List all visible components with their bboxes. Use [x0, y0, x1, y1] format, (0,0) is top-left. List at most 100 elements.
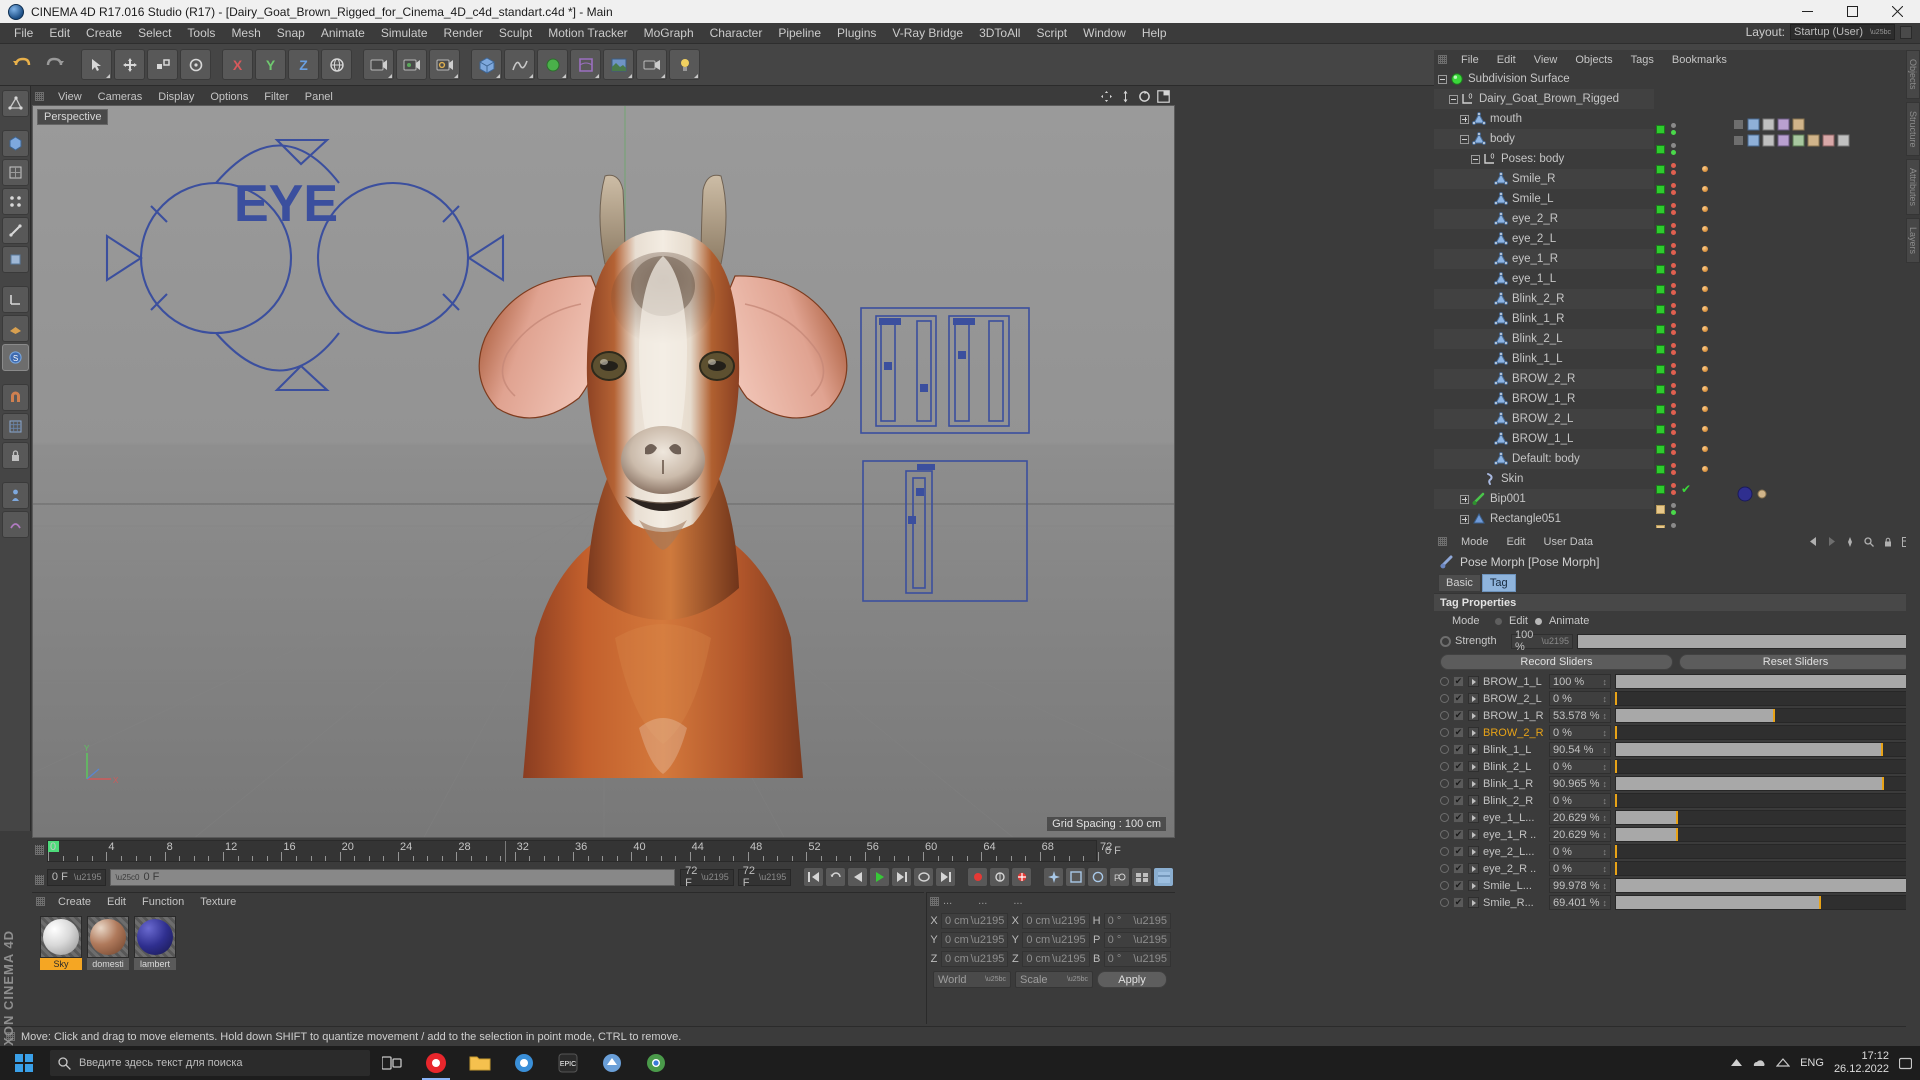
snap-tool-button[interactable]	[1, 413, 29, 440]
object-tree-row[interactable]: Blink_2_L	[1434, 329, 1654, 349]
morph-tag-icon[interactable]	[1702, 386, 1708, 392]
material-item-lambert[interactable]: lambert	[134, 916, 176, 970]
object-row-tags[interactable]	[1656, 139, 1676, 159]
slider-enable-checkbox[interactable]: ✔	[1453, 846, 1464, 857]
keyframe-selection-button[interactable]	[1011, 867, 1033, 887]
slider-value-field[interactable]: 0 % ↕	[1549, 861, 1611, 876]
slider-enable-checkbox[interactable]: ✔	[1453, 795, 1464, 806]
object-row-tags[interactable]	[1656, 499, 1676, 519]
attribute-menu-user-data[interactable]: User Data	[1535, 536, 1603, 548]
object-row-tags[interactable]	[1656, 179, 1708, 199]
scale-active-tool-button[interactable]: S	[1, 344, 29, 371]
slider-key-icon[interactable]	[1468, 744, 1479, 755]
slider-value-field[interactable]: 0 % ↕	[1549, 691, 1611, 706]
morph-slider-row[interactable]: ✔ Blink_1_R 90.965 % ↕	[1434, 775, 1918, 792]
menu-item-sculpt[interactable]: Sculpt	[491, 24, 540, 42]
morph-tag-icon[interactable]	[1702, 266, 1708, 272]
visibility-green-indicator[interactable]	[1656, 304, 1665, 314]
workplane-button[interactable]	[1, 315, 29, 342]
coord-size-y-field[interactable]: 0 cm \u2195	[1022, 931, 1090, 948]
object-tree-row[interactable]: mouth	[1434, 109, 1654, 129]
add-generator-button[interactable]	[537, 49, 568, 80]
morph-slider-row[interactable]: ✔ Blink_2_L 0 % ↕	[1434, 758, 1918, 775]
object-tree-row[interactable]: BROW_2_R	[1434, 369, 1654, 389]
slider-track[interactable]	[1615, 691, 1911, 706]
slider-keyframe-icon[interactable]	[1440, 898, 1449, 907]
object-tree-row[interactable]: Blink_2_R	[1434, 289, 1654, 309]
object-tree-row[interactable]: BROW_1_L	[1434, 429, 1654, 449]
menu-item-mesh[interactable]: Mesh	[223, 24, 268, 42]
slider-value-field[interactable]: 20.629 % ↕	[1549, 810, 1611, 825]
render-settings-button[interactable]	[429, 49, 460, 80]
add-spline-button[interactable]	[504, 49, 535, 80]
object-tree-row[interactable]: BROW_2_L	[1434, 409, 1654, 429]
menu-item-script[interactable]: Script	[1028, 24, 1075, 42]
add-cube-button[interactable]	[471, 49, 502, 80]
morph-slider-row[interactable]: ✔ eye_1_L... 20.629 % ↕	[1434, 809, 1918, 826]
coord-rotation-h-field[interactable]: 0 ° \u2195	[1103, 912, 1171, 929]
viewport-canvas[interactable]: Perspective Grid Spacing : 100 cm EYE Y …	[32, 105, 1175, 838]
slider-track[interactable]	[1615, 895, 1911, 910]
visibility-green-indicator[interactable]	[1656, 164, 1665, 174]
menu-item-mograph[interactable]: MoGraph	[636, 24, 702, 42]
pin-icon[interactable]	[1845, 536, 1855, 547]
material-menu-create[interactable]: Create	[50, 896, 99, 908]
tree-expander-toggle[interactable]	[1460, 134, 1469, 144]
object-tree-row[interactable]: Blink_1_L	[1434, 349, 1654, 369]
viewport-menu-cameras[interactable]: Cameras	[90, 91, 151, 103]
slider-value-field[interactable]: 0 % ↕	[1549, 759, 1611, 774]
object-tree-row[interactable]: 0 Dairy_Goat_Brown_Rigged	[1434, 89, 1654, 109]
visibility-green-indicator[interactable]	[1656, 204, 1665, 214]
taskbar-chrome-icon[interactable]	[634, 1046, 678, 1080]
slider-enable-checkbox[interactable]: ✔	[1453, 897, 1464, 908]
morph-tag-icon[interactable]	[1702, 226, 1708, 232]
object-tree-row[interactable]: body	[1434, 129, 1654, 149]
object-tree-row[interactable]: eye_2_R	[1434, 209, 1654, 229]
slider-track[interactable]	[1615, 793, 1911, 808]
slider-keyframe-icon[interactable]	[1440, 711, 1449, 720]
mode-animate-radio[interactable]	[1533, 616, 1543, 626]
menu-item-edit[interactable]: Edit	[41, 24, 78, 42]
polygons-mode-button[interactable]	[1, 246, 29, 273]
slider-keyframe-icon[interactable]	[1440, 864, 1449, 873]
viewport-menu-display[interactable]: Display	[150, 91, 202, 103]
timeline-grip-icon[interactable]	[35, 845, 44, 855]
morph-tag-icon[interactable]	[1702, 326, 1708, 332]
visibility-green-indicator[interactable]	[1656, 424, 1665, 434]
menu-item-pipeline[interactable]: Pipeline	[770, 24, 829, 42]
visibility-green-indicator[interactable]	[1656, 224, 1665, 234]
mode-edit-radio[interactable]	[1494, 616, 1503, 626]
morph-slider-row[interactable]: ✔ BROW_1_L 100 % ↕	[1434, 673, 1918, 690]
object-row-tags[interactable]	[1656, 379, 1708, 399]
attribute-menu-edit[interactable]: Edit	[1498, 536, 1535, 548]
timeline-toggle-button[interactable]	[1153, 867, 1174, 887]
object-tree-row[interactable]: BROW_1_R	[1434, 389, 1654, 409]
parameter-key-button[interactable]	[1131, 867, 1152, 887]
object-row-tags[interactable]	[1656, 399, 1708, 419]
object-tree-row[interactable]: eye_1_L	[1434, 269, 1654, 289]
language-indicator[interactable]: ENG	[1800, 1057, 1824, 1069]
slider-enable-checkbox[interactable]: ✔	[1453, 863, 1464, 874]
morph-slider-row[interactable]: ✔ BROW_2_L 0 % ↕	[1434, 690, 1918, 707]
slider-keyframe-icon[interactable]	[1440, 881, 1449, 890]
taskbar-epic-games-icon[interactable]: EPIC	[546, 1046, 590, 1080]
slider-key-icon[interactable]	[1468, 710, 1479, 721]
object-menu-objects[interactable]: Objects	[1566, 54, 1621, 66]
world-object-coordinates-button[interactable]	[321, 49, 352, 80]
layout-grid-icon[interactable]	[1900, 25, 1912, 39]
morph-slider-row[interactable]: ✔ Smile_R... 69.401 % ↕	[1434, 894, 1918, 911]
slider-enable-checkbox[interactable]: ✔	[1453, 812, 1464, 823]
morph-slider-row[interactable]: ✔ BROW_1_R 53.578 % ↕	[1434, 707, 1918, 724]
slider-track[interactable]	[1615, 810, 1911, 825]
coordinates-grip-icon[interactable]	[930, 897, 939, 906]
object-tree-row[interactable]: eye_1_R	[1434, 249, 1654, 269]
attribute-menu-mode[interactable]: Mode	[1452, 536, 1498, 548]
slider-keyframe-icon[interactable]	[1440, 728, 1449, 737]
taskbar-explorer-icon[interactable]	[458, 1046, 502, 1080]
close-button[interactable]	[1875, 0, 1920, 23]
object-row-tags[interactable]	[1656, 359, 1708, 379]
menu-item-help[interactable]: Help	[1134, 24, 1175, 42]
record-sliders-button[interactable]: Record Sliders	[1440, 654, 1673, 670]
scale-tool-button[interactable]	[147, 49, 178, 80]
taskbar-app-icon[interactable]	[590, 1046, 634, 1080]
